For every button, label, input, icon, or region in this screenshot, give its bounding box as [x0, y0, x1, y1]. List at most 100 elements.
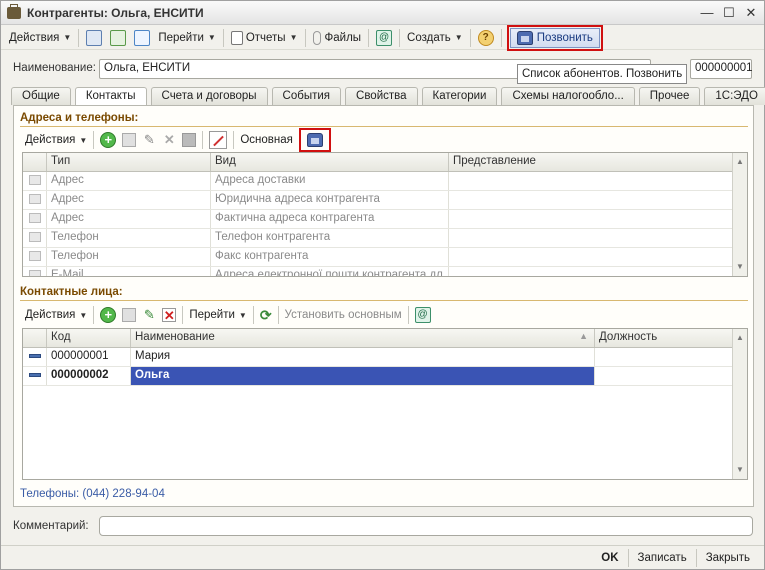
contacts-toolbar: Действия ▼ + ✎ ✕ Перейти ▼ ⟳ Установить ос…: [22, 304, 434, 326]
tab-other[interactable]: Прочее: [638, 87, 701, 105]
column-header-position[interactable]: Должность: [595, 329, 733, 347]
toolbar-divider: [252, 306, 254, 324]
tab-strip: Общие Контакты Счета и договоры События …: [11, 87, 765, 106]
refresh-button[interactable]: [106, 28, 130, 48]
scroll-up-icon[interactable]: ▲: [733, 153, 747, 171]
chevron-down-icon: ▼: [79, 310, 88, 320]
column-header-name[interactable]: Наименование ▲: [131, 329, 595, 347]
contacts-email-button[interactable]: @: [412, 305, 434, 325]
actions-menu[interactable]: Действия ▼: [5, 28, 75, 48]
cell-representation: [449, 191, 733, 209]
save-address-button[interactable]: [179, 130, 199, 150]
create-menu[interactable]: Создать ▼: [403, 28, 467, 48]
column-header-kind[interactable]: Вид: [211, 153, 449, 171]
toolbar-divider: [500, 28, 502, 47]
briefcase-icon: [7, 3, 21, 19]
minimize-button[interactable]: —: [698, 4, 716, 22]
close-button[interactable]: Закрыть: [700, 552, 756, 564]
copy-contact-button[interactable]: [119, 305, 139, 325]
cell-representation: [449, 248, 733, 266]
add-address-button[interactable]: +: [97, 130, 119, 150]
edit-contact-button[interactable]: ✎: [139, 305, 159, 325]
toggle-filter-button[interactable]: [206, 130, 230, 150]
delete-contact-button[interactable]: ✕: [159, 305, 179, 325]
structure-button[interactable]: [82, 28, 106, 48]
files-button[interactable]: Файлы: [309, 28, 366, 48]
new-from-copy-button[interactable]: [130, 28, 154, 48]
table-row[interactable]: Телефон Телефон контрагента: [23, 229, 747, 248]
table-row[interactable]: Адрес Фактична адреса контрагента: [23, 210, 747, 229]
addresses-grid-header: Тип Вид Представление: [23, 153, 747, 172]
ok-button[interactable]: OK: [595, 552, 624, 564]
scroll-down-icon[interactable]: ▼: [733, 461, 747, 479]
table-row[interactable]: Адрес Юридична адреса контрагента: [23, 191, 747, 210]
scroll-up-icon[interactable]: ▲: [733, 329, 747, 347]
tab-events[interactable]: События: [271, 87, 342, 105]
delete-address-button[interactable]: ✕: [159, 130, 179, 150]
cell-kind: Адреса доставки: [211, 172, 449, 190]
main-address-button[interactable]: Основная: [237, 130, 296, 150]
contacts-actions-menu[interactable]: Действия ▼: [22, 305, 90, 325]
cell-kind: Юридична адреса контрагента: [211, 191, 449, 209]
tab-tax-schemes[interactable]: Схемы налогообло...: [501, 87, 635, 105]
set-main-label: Установить основным: [284, 309, 402, 321]
cell-position: [595, 367, 733, 385]
email-icon: [29, 270, 41, 276]
tab-accounts-contracts[interactable]: Счета и договоры: [150, 87, 268, 105]
scroll-down-icon[interactable]: ▼: [733, 258, 747, 276]
goto-menu[interactable]: Перейти ▼: [154, 28, 220, 48]
tab-edo[interactable]: 1С:ЭДО: [704, 87, 765, 105]
tab-categories[interactable]: Категории: [421, 87, 498, 105]
phone-icon[interactable]: [306, 133, 323, 147]
phone-icon: [516, 30, 533, 45]
table-row[interactable]: Адрес Адреса доставки: [23, 172, 747, 191]
addresses-section-title: Адреса и телефоны:: [20, 112, 139, 124]
chevron-down-icon: ▼: [289, 33, 298, 42]
tab-general[interactable]: Общие: [11, 87, 71, 105]
email-icon: @: [376, 29, 393, 46]
refresh-icon: [110, 29, 127, 46]
cell-type: E-Mail: [47, 267, 211, 276]
toolbar-divider: [182, 306, 184, 324]
table-row[interactable]: E-Mail Адреса електронної пошти контраге…: [23, 267, 747, 276]
table-row[interactable]: Телефон Факс контрагента: [23, 248, 747, 267]
addresses-actions-menu[interactable]: Действия ▼: [22, 130, 90, 150]
main-toolbar: Действия ▼ Перейти ▼ Отчеты ▼ Файлы @ Созда…: [1, 24, 764, 51]
comment-label: Комментарий:: [13, 520, 89, 532]
contacts-goto-menu[interactable]: Перейти ▼: [186, 305, 250, 325]
addresses-scrollbar[interactable]: ▲ ▼: [732, 153, 747, 276]
code-field[interactable]: 000000001: [690, 59, 753, 79]
cell-kind: Телефон контрагента: [211, 229, 449, 247]
contacts-refresh-button[interactable]: ⟳: [257, 305, 275, 325]
add-contact-button[interactable]: +: [97, 305, 119, 325]
edit-address-button[interactable]: ✎: [139, 130, 159, 150]
reports-menu[interactable]: Отчеты ▼: [227, 28, 302, 48]
set-main-button[interactable]: Установить основным: [282, 305, 405, 325]
toolbar-divider: [304, 28, 306, 47]
column-header-code[interactable]: Код: [47, 329, 131, 347]
email-button[interactable]: @: [372, 28, 396, 48]
table-row-selected[interactable]: 000000002 Ольга: [23, 367, 747, 386]
contacts-scrollbar[interactable]: ▲ ▼: [732, 329, 747, 479]
call-button[interactable]: Позвонить: [509, 27, 600, 48]
column-header-representation[interactable]: Представление: [449, 153, 733, 171]
phones-link[interactable]: Телефоны: (044) 228-94-04: [20, 488, 165, 500]
column-header-type[interactable]: Тип: [47, 153, 211, 171]
tab-contacts[interactable]: Контакты: [74, 87, 147, 106]
address-call-highlight: [298, 128, 331, 152]
comment-field[interactable]: [99, 516, 753, 536]
tab-properties[interactable]: Свойства: [345, 87, 418, 105]
toolbar-divider: [368, 28, 370, 47]
paperclip-icon: [312, 30, 321, 45]
help-button[interactable]: ?: [474, 28, 498, 48]
toolbar-divider: [78, 28, 80, 47]
copy-address-button[interactable]: [119, 130, 139, 150]
cell-name: Мария: [131, 348, 595, 366]
report-icon: [230, 30, 243, 45]
close-window-button[interactable]: ✕: [742, 4, 760, 22]
contact-person-icon: [29, 373, 41, 377]
maximize-button[interactable]: ☐: [720, 4, 738, 22]
address-icon: [29, 194, 41, 204]
table-row[interactable]: 000000001 Мария: [23, 348, 747, 367]
save-button[interactable]: Записать: [632, 552, 693, 564]
